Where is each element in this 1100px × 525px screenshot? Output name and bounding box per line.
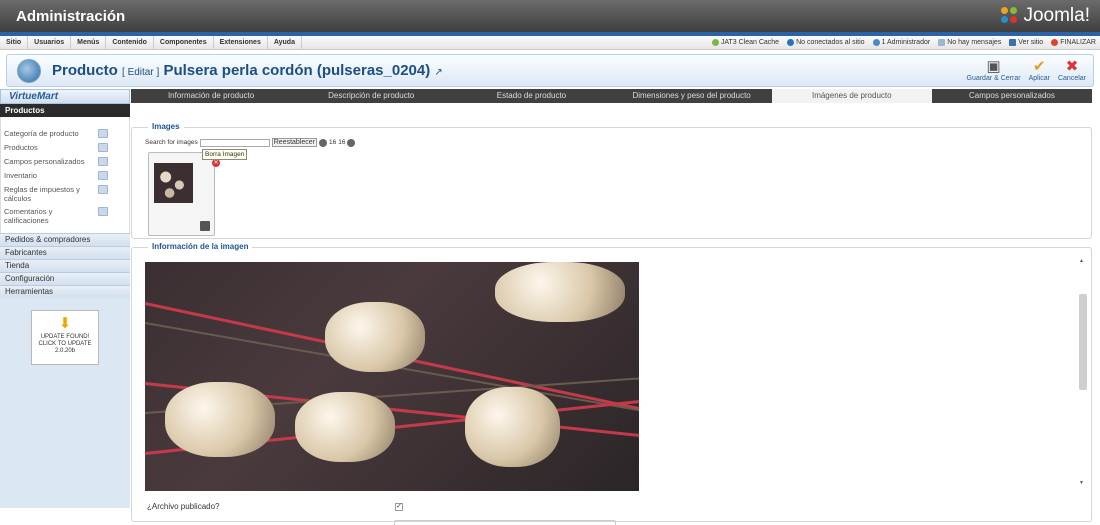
sidebar-cat-pedidos[interactable]: Pedidos & compradores xyxy=(0,233,130,246)
title-toolbar: Producto [ Editar ] Pulsera perla cordón… xyxy=(6,54,1094,87)
images-fieldset: Images Search for images Reestablecer 16… xyxy=(131,122,1092,239)
edit-image-icon[interactable] xyxy=(200,221,210,231)
save-close-button[interactable]: ▣ Guardar & Cerrar xyxy=(964,57,1024,82)
messages-link[interactable]: No hay mensajes xyxy=(938,39,1001,46)
clean-cache-link[interactable]: JAT3 Clean Cache xyxy=(711,39,779,46)
product-image-preview xyxy=(145,262,639,491)
tab-estado[interactable]: Estado de producto xyxy=(451,89,611,103)
menu-sitio[interactable]: Sitio xyxy=(0,35,29,50)
image-scrollbar[interactable]: ▲ ▼ xyxy=(1078,258,1087,486)
menu-usuarios[interactable]: Usuarios xyxy=(28,35,72,50)
tab-imagenes[interactable]: Imágenes de producto xyxy=(771,89,932,103)
search-images-label: Search for images xyxy=(145,139,198,146)
tab-informacion[interactable]: Información de producto xyxy=(131,89,291,103)
sidebar-cat-herramientas[interactable]: Herramientas xyxy=(0,285,130,298)
product-tabs: Información de producto Descripción de p… xyxy=(131,89,1092,103)
tab-campos[interactable]: Campos personalizados xyxy=(932,89,1092,103)
sidebar-item-categoria[interactable]: Categoría de producto xyxy=(1,127,129,141)
menu-extensiones[interactable]: Extensiones xyxy=(214,35,268,50)
offline-status: No conectados al sitio xyxy=(787,39,865,46)
category-icon xyxy=(98,129,108,138)
page-title: Producto [ Editar ] Pulsera perla cordón… xyxy=(52,62,443,79)
virtuemart-logo[interactable]: VirtueMart xyxy=(0,89,130,104)
image-thumbnail-card[interactable]: ✕ xyxy=(148,152,220,236)
tab-descripcion[interactable]: Descripción de producto xyxy=(291,89,451,103)
logout-link[interactable]: FINALIZAR xyxy=(1051,39,1096,46)
cancel-icon: ✖ xyxy=(1065,58,1079,75)
scroll-down-icon[interactable]: ▼ xyxy=(1079,480,1084,486)
sidebar-section-productos[interactable]: Productos xyxy=(0,104,130,117)
products-icon xyxy=(98,143,108,152)
published-checkbox[interactable]: ✓ xyxy=(395,503,403,511)
users-icon xyxy=(787,39,795,46)
logout-icon xyxy=(1051,39,1059,46)
delete-tooltip: Borra Imagen xyxy=(202,149,248,160)
external-link-icon[interactable]: ↗ xyxy=(434,67,442,78)
menu-ayuda[interactable]: Ayuda xyxy=(268,35,302,50)
custom-fields-icon xyxy=(98,157,108,166)
admin-title: Administración xyxy=(16,8,126,25)
page-count-b: 16 xyxy=(338,139,346,146)
product-name: Pulsera perla cordón (pulseras_0204) xyxy=(163,62,431,79)
update-notice[interactable]: ⬇ UPDATE FOUND! CLICK TO UPDATE 2.0.20b xyxy=(31,310,99,365)
joomla-brand-text: Joomla! xyxy=(1023,5,1090,26)
sidebar-item-campos[interactable]: Campos personalizados xyxy=(1,155,129,169)
image-thumbnail[interactable] xyxy=(154,163,193,203)
next-page-icon[interactable] xyxy=(347,138,356,147)
joomla-logo-icon xyxy=(1001,7,1019,25)
tax-rules-icon xyxy=(98,185,108,194)
tab-dimensiones[interactable]: Dimensiones y peso del producto xyxy=(612,89,772,103)
image-info-legend: Información de la imagen xyxy=(148,242,253,251)
menu-componentes[interactable]: Componentes xyxy=(154,35,214,50)
comments-icon xyxy=(98,207,108,216)
download-arrow-icon: ⬇ xyxy=(58,315,72,332)
sidebar-item-impuestos[interactable]: Reglas de impuestos y cálculos xyxy=(1,183,129,205)
sidebar-cat-fabricantes[interactable]: Fabricantes xyxy=(0,246,130,259)
scroll-thumb[interactable] xyxy=(1079,294,1087,390)
search-images-input[interactable] xyxy=(199,138,270,147)
images-legend: Images xyxy=(148,122,184,131)
image-info-fieldset: Información de la imagen ▲ ▼ xyxy=(131,242,1092,522)
admin-icon xyxy=(872,39,880,46)
inventory-icon xyxy=(98,171,108,180)
page-count-a: 16 xyxy=(329,139,337,146)
sidebar-cat-configuracion[interactable]: Configuración xyxy=(0,272,130,285)
menu-contenido[interactable]: Contenido xyxy=(106,35,154,50)
monitor-icon xyxy=(1009,39,1017,46)
delete-image-icon[interactable]: ✕ xyxy=(212,159,220,167)
joomla-logo[interactable]: Joomla! xyxy=(1001,5,1090,27)
scroll-up-icon[interactable]: ▲ xyxy=(1079,258,1084,264)
status-bar: JAT3 Clean Cache No conectados al sitio … xyxy=(711,39,1100,46)
reset-button[interactable]: Reestablecer xyxy=(271,138,317,147)
apply-button[interactable]: ✔ Aplicar xyxy=(1026,57,1053,82)
cache-icon xyxy=(711,39,719,46)
view-site-link[interactable]: Ver sitio xyxy=(1009,39,1043,46)
admin-count: 1 Administrador xyxy=(872,39,930,46)
sidebar: VirtueMart Productos Categoría de produc… xyxy=(0,89,130,525)
product-icon xyxy=(17,59,41,83)
edit-tag: [ Editar ] xyxy=(122,67,160,78)
sidebar-cat-tienda[interactable]: Tienda xyxy=(0,259,130,272)
main-menu: Sitio Usuarios Menús Contenido Component… xyxy=(0,35,1100,50)
checkmark-icon: ✔ xyxy=(1032,58,1046,75)
sidebar-item-comentarios[interactable]: Comentarios y calificaciones xyxy=(1,205,129,227)
save-icon: ▣ xyxy=(986,58,1001,75)
sidebar-item-productos[interactable]: Productos xyxy=(1,141,129,155)
published-label: ¿Archivo publicado? xyxy=(147,502,220,511)
sidebar-item-inventario[interactable]: Inventario xyxy=(1,169,129,183)
menu-menus[interactable]: Menús xyxy=(71,35,107,50)
image-meta-input[interactable] xyxy=(394,520,616,525)
admin-header: Administración Joomla! xyxy=(0,0,1100,36)
cancel-button[interactable]: ✖ Cancelar xyxy=(1055,57,1089,82)
prev-page-icon[interactable] xyxy=(319,138,327,147)
mail-icon xyxy=(938,39,946,46)
